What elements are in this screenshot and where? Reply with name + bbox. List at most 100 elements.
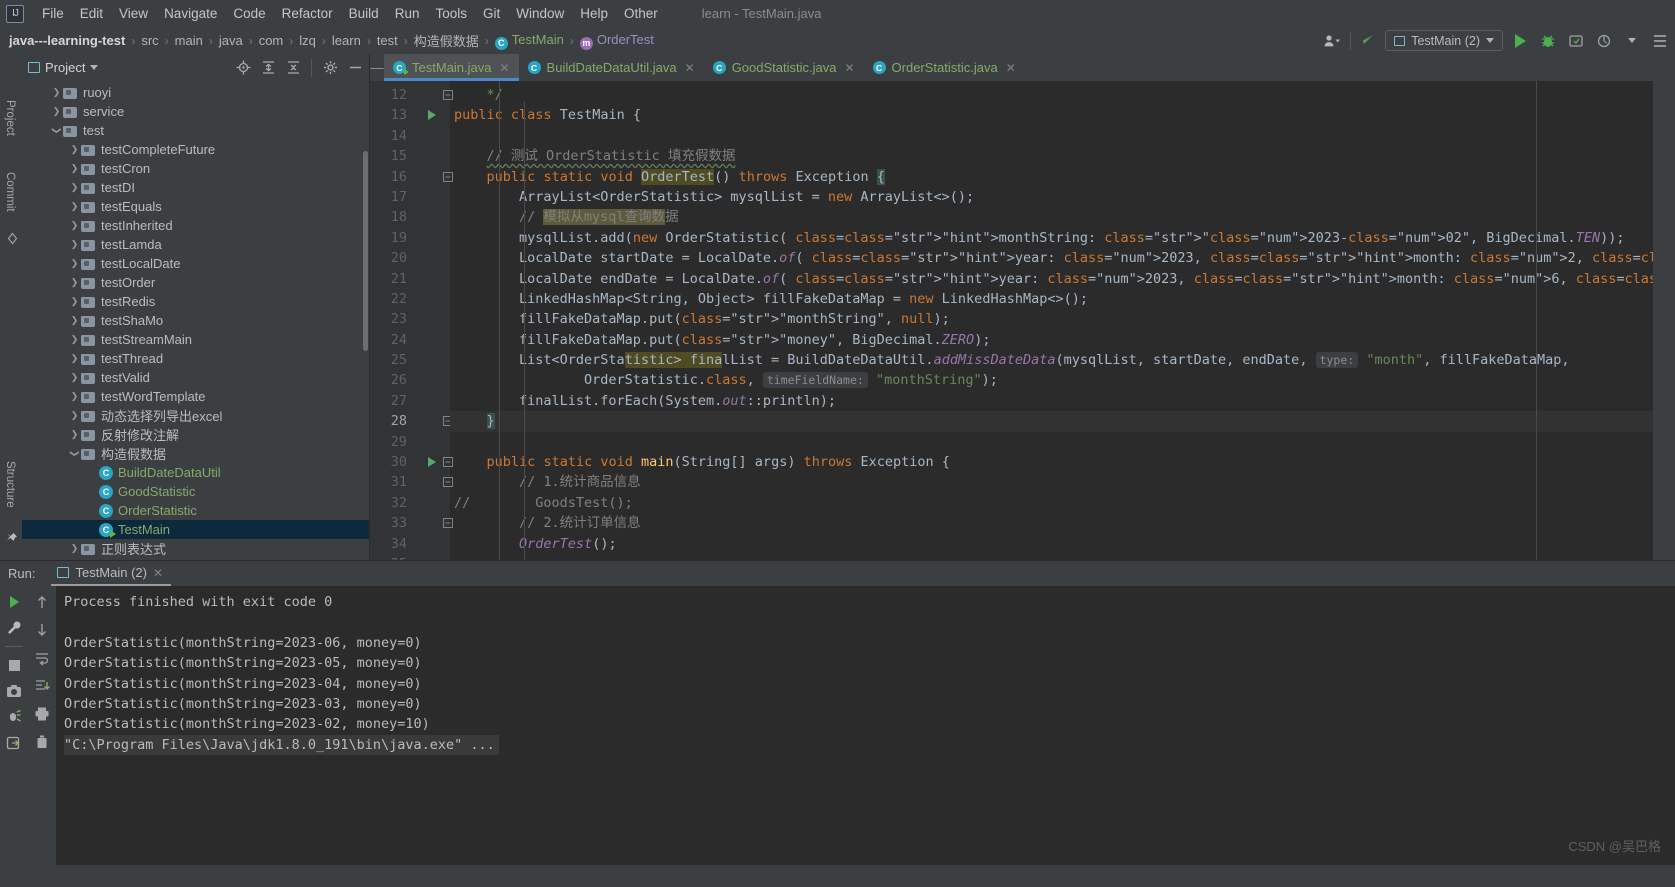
- search-everywhere-icon[interactable]: [1649, 30, 1671, 51]
- editor-tab[interactable]: C OrderStatistic.java ✕: [864, 54, 1025, 81]
- gutter-markers[interactable]: [416, 81, 453, 560]
- chevron-right-icon[interactable]: ❯: [68, 353, 81, 364]
- code-line[interactable]: ArrayList<OrderStatistic> mysqlList = ne…: [450, 187, 1653, 207]
- breadcrumb-item-2[interactable]: main: [172, 32, 206, 49]
- tree-node[interactable]: ❯ testLocalDate: [22, 254, 369, 273]
- tree-node[interactable]: ❯ 动态选择列导出excel: [22, 406, 369, 425]
- chevron-down-icon[interactable]: ❯: [69, 447, 80, 460]
- tree-node[interactable]: C GoodStatistic: [22, 482, 369, 501]
- editor-tab[interactable]: C GoodStatistic.java ✕: [704, 54, 864, 81]
- code-line[interactable]: OrderTest();: [450, 534, 1653, 554]
- debug-icon[interactable]: [1537, 30, 1559, 51]
- chevron-right-icon[interactable]: ❯: [68, 543, 81, 554]
- settings-wrench-icon[interactable]: [3, 617, 25, 639]
- chevron-right-icon[interactable]: ❯: [68, 239, 81, 250]
- tree-node[interactable]: ❯ testCompleteFuture: [22, 140, 369, 159]
- soft-wrap-icon[interactable]: [31, 647, 53, 669]
- tree-node[interactable]: ❯ 构造假数据: [22, 444, 369, 463]
- breadcrumb-item-6[interactable]: learn: [329, 32, 364, 49]
- menu-item-help[interactable]: Help: [572, 3, 616, 24]
- code-line[interactable]: fillFakeDataMap.put(class="str">"monthSt…: [450, 309, 1653, 329]
- code-line[interactable]: public class TestMain {: [450, 105, 1653, 125]
- tree-node[interactable]: ❯ testRedis: [22, 292, 369, 311]
- coverage-icon[interactable]: [1565, 30, 1587, 51]
- code-line[interactable]: mysqlList.add(new OrderStatistic( class=…: [450, 228, 1653, 248]
- close-icon[interactable]: ✕: [153, 566, 163, 580]
- console-output[interactable]: Process finished with exit code 0 OrderS…: [56, 586, 1675, 865]
- chevron-right-icon[interactable]: ❯: [68, 372, 81, 383]
- chevron-right-icon[interactable]: ❯: [68, 315, 81, 326]
- tree-node[interactable]: ❯ testCron: [22, 159, 369, 178]
- code-line[interactable]: // 2.统计订单信息: [450, 513, 1653, 533]
- expand-all-icon[interactable]: [258, 58, 278, 78]
- code-line[interactable]: List<OrderStatistic> finalList = BuildDa…: [450, 350, 1653, 370]
- breadcrumb-item-5[interactable]: lzq: [296, 32, 319, 49]
- stop-icon[interactable]: [3, 654, 25, 676]
- chevron-right-icon[interactable]: ❯: [68, 163, 81, 174]
- tree-node[interactable]: CArrayExer01: [22, 558, 369, 560]
- project-view-chevron-down-icon[interactable]: [90, 65, 99, 70]
- code-line[interactable]: */: [450, 85, 1653, 105]
- chevron-down-icon[interactable]: ❯: [51, 124, 62, 137]
- chevron-right-icon[interactable]: ❯: [68, 410, 81, 421]
- code-line[interactable]: public static void main(String[] args) t…: [450, 452, 1653, 472]
- breadcrumb-item-7[interactable]: test: [374, 32, 401, 49]
- more-icon[interactable]: [1621, 30, 1643, 51]
- tree-node[interactable]: ❯ 正则表达式: [22, 539, 369, 558]
- breadcrumb-item-0[interactable]: java---learning-test: [6, 32, 128, 49]
- code-line[interactable]: LocalDate endDate = LocalDate.of( class=…: [450, 269, 1653, 289]
- rail-button-commit[interactable]: Commit: [4, 172, 16, 212]
- code-line[interactable]: }: [450, 411, 1653, 432]
- chevron-right-icon[interactable]: ❯: [68, 391, 81, 402]
- tree-node[interactable]: ❯ testLamda: [22, 235, 369, 254]
- code-line[interactable]: // 模拟从mysql查询数据: [450, 207, 1653, 227]
- tree-node[interactable]: ❯ testDI: [22, 178, 369, 197]
- menu-item-other[interactable]: Other: [616, 3, 666, 24]
- tree-node[interactable]: ❯ test: [22, 121, 369, 140]
- settings-gear-icon[interactable]: [320, 58, 340, 78]
- code-line[interactable]: // 1.统计商品信息: [450, 472, 1653, 492]
- chevron-right-icon[interactable]: ❯: [68, 144, 81, 155]
- tree-node[interactable]: C BuildDateDataUtil: [22, 463, 369, 482]
- tree-node[interactable]: ❯ testInherited: [22, 216, 369, 235]
- tree-node[interactable]: ❯ service: [22, 102, 369, 121]
- chevron-right-icon[interactable]: ❯: [68, 201, 81, 212]
- gutter-run-icon[interactable]: [428, 110, 436, 121]
- tree-node[interactable]: ❯ 反射修改注解: [22, 425, 369, 444]
- tree-node[interactable]: ❯ testThread: [22, 349, 369, 368]
- tree-node[interactable]: C OrderStatistic: [22, 501, 369, 520]
- code-line[interactable]: [450, 432, 1653, 452]
- tree-node[interactable]: ❯ testStreamMain: [22, 330, 369, 349]
- run-tab[interactable]: TestMain (2) ✕: [49, 562, 173, 586]
- menu-item-code[interactable]: Code: [225, 3, 273, 24]
- rerun-icon[interactable]: [3, 591, 25, 613]
- menu-item-file[interactable]: File: [34, 3, 72, 24]
- breadcrumb-item-4[interactable]: com: [256, 32, 287, 49]
- tree-node[interactable]: ❯ testValid: [22, 368, 369, 387]
- code-editor[interactable]: 12 13 14 15 16 17 18 19 20 21 22 23 24 25 26 27 28 29 30 31…: [370, 81, 1653, 560]
- tree-node[interactable]: ❯ testEquals: [22, 197, 369, 216]
- code-line[interactable]: // 测试 OrderStatistic 填充假数据: [450, 146, 1653, 166]
- chevron-right-icon[interactable]: ❯: [68, 182, 81, 193]
- menu-item-window[interactable]: Window: [508, 3, 572, 24]
- menu-item-tools[interactable]: Tools: [427, 3, 475, 24]
- breadcrumb-item-3[interactable]: java: [216, 32, 246, 49]
- menu-item-run[interactable]: Run: [387, 3, 428, 24]
- code-line[interactable]: fillFakeDataMap.put(class="str">"money",…: [450, 330, 1653, 350]
- gutter-run-icon[interactable]: [428, 457, 436, 468]
- menu-item-refactor[interactable]: Refactor: [274, 3, 341, 24]
- chevron-right-icon[interactable]: ❯: [68, 429, 81, 440]
- menu-item-build[interactable]: Build: [341, 3, 387, 24]
- close-icon[interactable]: ✕: [685, 61, 695, 75]
- chevron-right-icon[interactable]: ❯: [68, 296, 81, 307]
- breadcrumb-method[interactable]: m OrderTest: [577, 31, 657, 51]
- editor-tab[interactable]: C BuildDateDataUtil.java ✕: [519, 54, 704, 81]
- menu-item-view[interactable]: View: [111, 3, 156, 24]
- scroll-to-end-icon[interactable]: [31, 675, 53, 697]
- project-tree-scrollbar[interactable]: [363, 151, 368, 351]
- user-avatar-icon[interactable]: [1322, 30, 1344, 51]
- tree-node[interactable]: ❯ testWordTemplate: [22, 387, 369, 406]
- code-line[interactable]: // GoodsTest();: [450, 493, 1653, 513]
- chevron-right-icon[interactable]: ❯: [68, 258, 81, 269]
- scroll-up-icon[interactable]: [31, 591, 53, 613]
